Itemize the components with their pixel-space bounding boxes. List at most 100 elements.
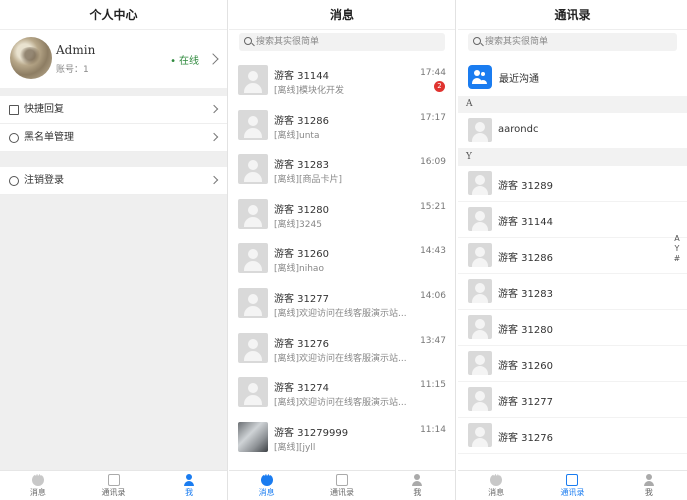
user-icon [183,474,195,486]
list-item[interactable]: 游客 31276 [458,418,687,454]
avatar [468,423,492,447]
message-list: 游客 31144 17:44 [离线]模块化开发 2 游客 31286 17:1… [229,58,455,459]
tab-bar: 消息 通讯录 我 [458,470,687,500]
menu-item-label: 注销登录 [24,175,64,186]
tab-contacts[interactable]: 通讯录 [534,471,610,500]
edit-icon [9,105,19,115]
contacts-title: 通讯录 [458,0,687,30]
avatar [468,315,492,339]
contact-name: 游客 31283 [274,160,329,172]
list-item[interactable]: 游客 31277 [458,382,687,418]
contact-name: 游客 31144 [274,71,329,82]
index-letter[interactable]: A [673,234,681,244]
contact-name: 游客 31286 [274,115,329,127]
list-item[interactable]: 游客 31280 15:21 [离线]3245 [229,192,455,237]
recent-label: 最近沟通 [499,74,539,85]
tab-me[interactable]: 我 [380,471,455,500]
list-item[interactable]: 游客 31277 14:06 [离线]欢迎访问在线客服演示站... [229,281,455,326]
profile-title: 个人中心 [0,0,227,30]
message-time: 14:43 [420,246,446,257]
avatar [238,421,268,452]
message-time: 11:15 [420,380,446,391]
contact-name: 游客 31277 [498,397,553,408]
list-item[interactable]: 游客 31283 16:09 [离线][商品卡片] [229,147,455,192]
group-icon [468,65,492,89]
search-icon [473,37,481,45]
alphabet-index[interactable]: A Y # [673,234,681,264]
avatar [238,65,268,95]
contact-name: 游客 31283 [498,289,553,300]
contact-name: 游客 31144 [498,217,553,228]
tab-label: 通讯录 [560,488,585,497]
list-item[interactable]: aarondc [458,113,687,149]
tab-messages[interactable]: 消息 [229,471,304,500]
contacts-panel: 通讯录 搜索其实很简单 最近沟通 A aarondc Y 游客 31289 游客… [458,0,687,500]
avatar [468,351,492,375]
contact-list: A aarondc Y 游客 31289 游客 31144 游客 31286 游… [458,96,687,454]
message-time: 15:21 [420,201,446,212]
user-icon [643,474,655,486]
contact-name: 游客 31289 [498,181,553,192]
menu-item-label: 黑名单管理 [24,132,74,143]
avatar [238,287,268,318]
message-preview: [离线]欢迎访问在线客服演示站... [274,308,407,319]
tab-label: 消息 [29,488,46,497]
blacklist-item[interactable]: 黑名单管理 [0,124,227,152]
tab-me[interactable]: 我 [151,471,227,500]
tab-label: 通讯录 [101,488,126,497]
tab-messages[interactable]: 消息 [0,471,76,500]
profile-name: Admin [56,43,96,57]
tab-messages[interactable]: 消息 [458,471,534,500]
message-preview: [离线]nihao [274,264,324,275]
tab-me[interactable]: 我 [611,471,687,500]
tab-label: 消息 [488,488,505,497]
unread-badge: 2 [434,81,445,92]
logout-item[interactable]: 注销登录 [0,167,227,195]
list-item[interactable]: 游客 31144 [458,202,687,238]
contact-name: 游客 31260 [498,361,553,372]
section-header: Y [458,149,687,166]
index-letter[interactable]: # [673,254,681,264]
contact-name: 游客 31276 [274,338,329,350]
list-item[interactable]: 游客 31260 [458,346,687,382]
contacts-icon [566,474,579,486]
search-placeholder: 搜索其实很简单 [485,37,549,47]
message-time: 17:17 [420,112,446,123]
list-item[interactable]: 游客 31286 [458,238,687,274]
index-letter[interactable]: Y [673,244,681,254]
list-item[interactable]: 游客 31279999 11:14 [离线][jyll [229,415,455,460]
search-input[interactable]: 搜索其实很简单 [239,33,445,51]
contact-name: 游客 31277 [274,293,329,305]
chevron-right-icon [209,175,219,185]
contact-name: 游客 31280 [274,204,329,216]
menu-item-label: 快捷回复 [24,104,64,115]
list-item[interactable]: 游客 31274 11:15 [离线]欢迎访问在线客服演示站... [229,370,455,415]
contact-name: aarondc [498,124,539,135]
search-input[interactable]: 搜索其实很简单 [468,33,677,51]
tab-contacts[interactable]: 通讯录 [304,471,379,500]
chevron-right-icon [209,104,219,114]
list-item[interactable]: 游客 31283 [458,274,687,310]
profile-card[interactable]: Admin 账号：1 在线 [0,30,227,88]
tab-contacts[interactable]: 通讯录 [76,471,152,500]
quick-reply-item[interactable]: 快捷回复 [0,96,227,124]
status-badge: 在线 [170,52,199,67]
message-preview: [离线][jyll [274,442,316,453]
list-item[interactable]: 游客 31144 17:44 [离线]模块化开发 2 [229,58,455,103]
list-item[interactable]: 游客 31260 14:43 [离线]nihao [229,236,455,281]
list-item[interactable]: 游客 31286 17:17 [离线]unta [229,103,455,148]
list-item[interactable]: 游客 31276 13:47 [离线]欢迎访问在线客服演示站... [229,326,455,371]
list-item[interactable]: 游客 31289 [458,166,687,202]
message-panel: 消息 搜索其实很简单 游客 31144 17:44 [离线]模块化开发 2 游客… [229,0,456,500]
avatar [468,171,492,195]
list-item[interactable]: 游客 31280 [458,310,687,346]
avatar [10,37,52,79]
avatar [238,154,268,185]
logout-icon [9,176,19,186]
avatar [238,377,268,408]
recent-chats-item[interactable]: 最近沟通 [458,60,687,94]
messages-title: 消息 [229,0,455,30]
chevron-right-icon [207,53,219,65]
contact-name: 游客 31279999 [274,427,349,439]
contact-name: 游客 31276 [498,433,553,444]
